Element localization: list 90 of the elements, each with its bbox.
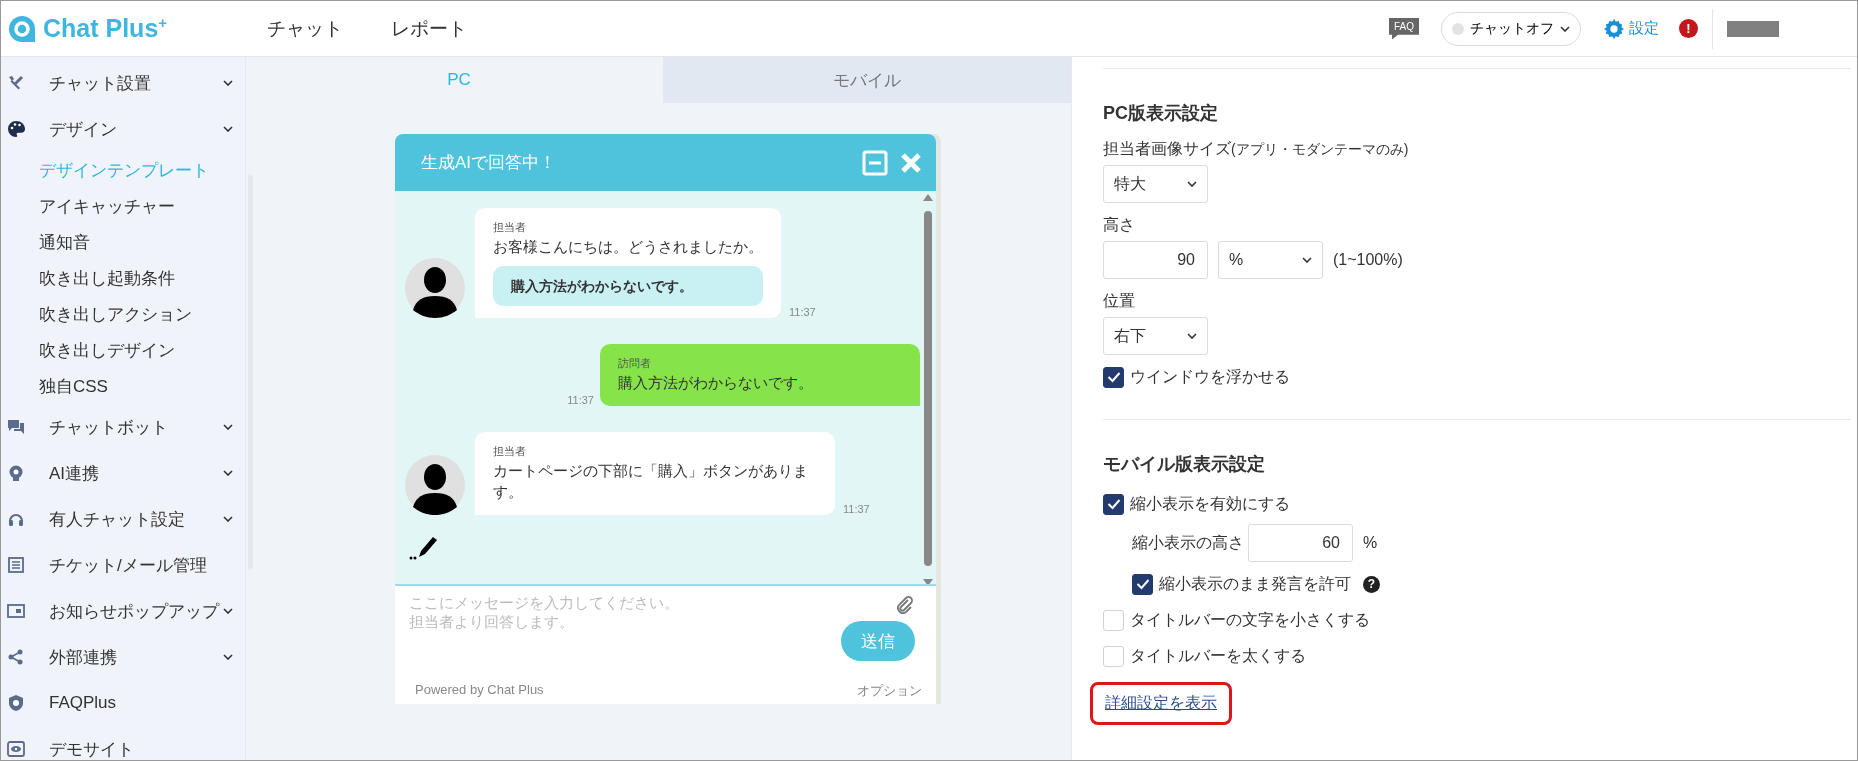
image-size-select[interactable]: 特大 [1103,165,1208,203]
sidebar-subitem[interactable]: 通知音 [1,224,245,260]
sidebar-item[interactable]: チャットボット [1,404,245,450]
message-text: カートページの下部に「購入」ボタンがあります。 [493,460,809,503]
nav-link[interactable]: レポート [391,15,467,42]
user-name-redacted [1727,20,1779,37]
message-time: 11:37 [789,306,816,318]
section-heading: モバイル版表示設定 [1103,453,1266,476]
caret-icon [1560,25,1570,32]
quick-reply-button[interactable]: 購入方法がわからないです。 [493,265,763,306]
sidebar-item[interactable]: チケット/メール管理 [1,542,245,588]
sender-name: 訪問者 [618,356,652,371]
checkbox[interactable] [1132,573,1153,595]
sidebar-item[interactable]: 有人チャット設定 [1,496,245,542]
caret-icon [223,608,233,614]
checkbox[interactable] [1103,493,1124,515]
checkmark-icon [1106,371,1121,383]
paperclip-icon[interactable] [896,596,914,614]
sidebar-subitem[interactable]: 吹き出し起動条件 [1,260,245,296]
chat-status-dropdown[interactable]: チャットオフ [1441,11,1581,46]
shield-icon [7,694,25,712]
avatar-icon [405,258,465,318]
palette-icon [7,120,25,138]
sidebar-subitem[interactable]: 吹き出しデザイン [1,332,245,368]
logo-icon [7,13,37,44]
field-label: 位置 [1103,291,1136,311]
window-icon [7,602,25,620]
settings-link[interactable]: 設定 [1603,17,1659,40]
chat-title: 生成AIで回答中！ [421,152,558,174]
faq-icon[interactable]: FAQ [1389,17,1419,40]
field-label: 高さ [1103,215,1136,235]
unit-label: % [1363,534,1378,552]
show-details-link[interactable]: 詳細設定を表示 [1090,682,1232,725]
caret-icon [1187,333,1197,339]
sidebar-item[interactable]: チャット設置 [1,60,245,106]
sidebar-subitem[interactable]: 独自CSS [1,368,245,404]
sidebar-item[interactable]: デザイン [1,106,245,152]
minimize-icon[interactable] [862,149,888,176]
field-label: 縮小表示の高さ [1132,532,1244,553]
options-link[interactable]: オプション [857,682,922,700]
alert-icon[interactable]: ! [1679,19,1698,38]
caret-icon [223,516,233,522]
range-hint: (1~100%) [1333,251,1403,269]
field-label: 担当者画像サイズ(アプリ・モダンテーマのみ) [1103,139,1410,159]
bulb-head-icon [7,464,25,482]
chat-bubbles-icon [7,418,25,436]
sender-name: 担当者 [493,443,527,459]
sender-name: 担当者 [493,220,527,235]
caret-icon [223,470,233,476]
eye-icon [7,740,25,758]
checkbox[interactable] [1103,366,1124,388]
powered-by-text: Powered by Chat Plus [415,682,544,699]
tools-icon [7,74,25,92]
message-text: 購入方法がわからないです。 [618,372,814,393]
checkbox-label: 縮小表示のまま発言を許可 [1159,573,1351,594]
message-time: 11:37 [843,503,870,516]
checkbox-label: タイトルバーの文字を小さくする [1130,609,1370,630]
message-text: お客様こんにちは。どうされましたか。 [493,236,763,257]
section-heading: PC版表示設定 [1103,102,1219,125]
share-icon [7,648,25,666]
caret-icon [1187,181,1197,187]
caret-icon [1302,257,1312,263]
help-icon[interactable]: ? [1363,575,1380,593]
gear-icon [1603,17,1625,40]
checkmark-icon [1135,578,1150,590]
checkmark-icon [1106,498,1121,510]
checkbox-label: タイトルバーを太くする [1130,645,1306,666]
sidebar-item[interactable]: デモサイト [1,726,245,760]
sidebar-subitem[interactable]: アイキャッチャー [1,188,245,224]
caret-icon [223,654,233,660]
caret-icon [223,126,233,132]
list-icon [7,556,25,574]
preview-tab[interactable]: モバイル [663,57,1071,103]
position-select[interactable]: 右下 [1103,317,1208,355]
checkbox-label: 縮小表示を有効にする [1130,493,1290,514]
height-input[interactable]: 60 [1248,524,1353,562]
height-input[interactable]: 90 [1103,241,1208,279]
nav-link[interactable]: チャット [267,15,343,42]
close-icon[interactable] [900,151,922,174]
unit-select[interactable]: % [1218,241,1323,279]
sidebar-item[interactable]: お知らせポップアップ [1,588,245,634]
sidebar-item[interactable]: FAQPlus [1,680,245,726]
sidebar-subitem[interactable]: 吹き出しアクション [1,296,245,332]
sidebar-item[interactable]: AI連携 [1,450,245,496]
avatar-icon [405,455,465,516]
message-time: 11:37 [567,393,594,406]
caret-icon [223,424,233,430]
caret-icon [223,80,233,86]
checkbox-label: ウインドウを浮かせる [1130,366,1290,387]
sidebar-item[interactable]: 外部連携 [1,634,245,680]
